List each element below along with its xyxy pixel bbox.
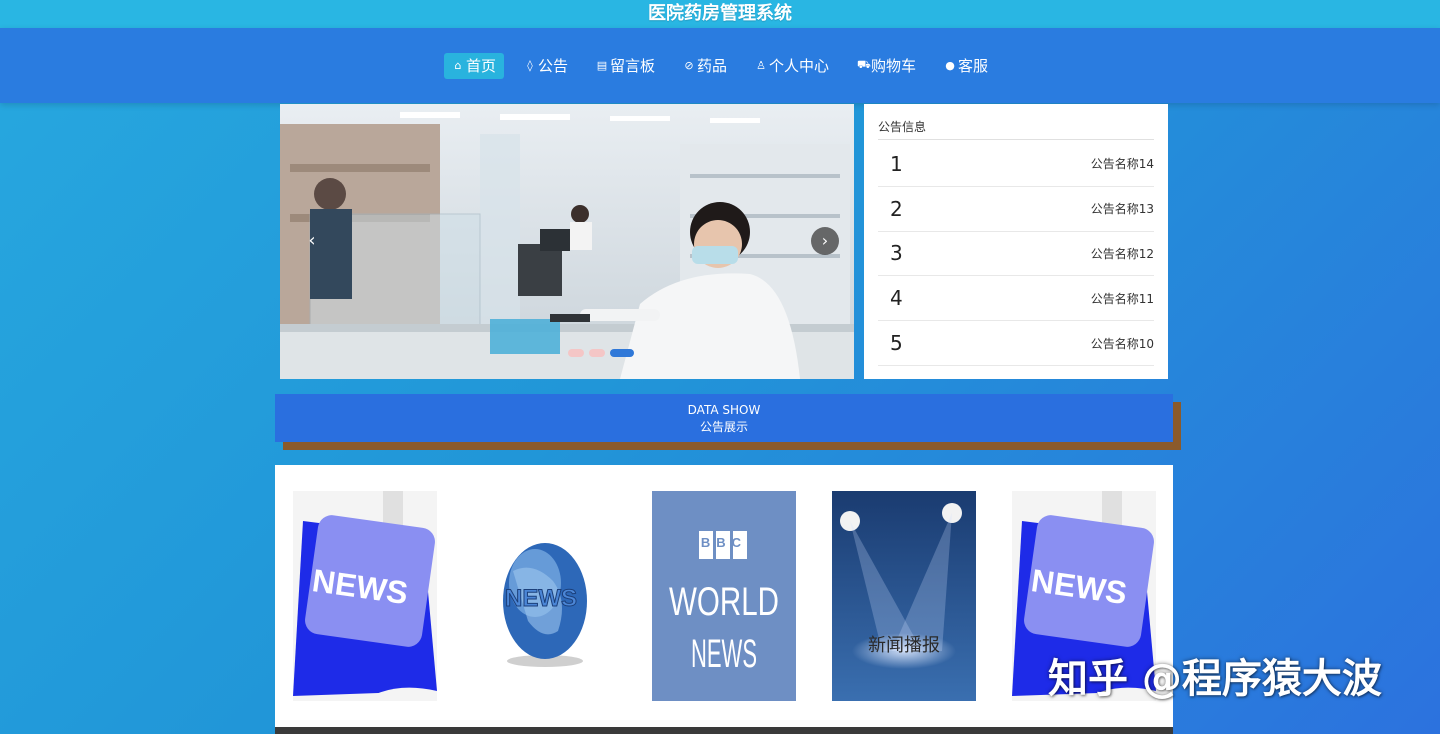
carousel-dot-active[interactable] xyxy=(610,349,634,357)
hero-carousel[interactable]: ‹ › xyxy=(280,104,854,379)
board-icon: ▤ xyxy=(596,59,608,72)
gallery-item[interactable]: 新闻播报 xyxy=(832,491,976,701)
news-text: NEWS xyxy=(505,585,577,612)
gallery-item[interactable]: NEWS xyxy=(293,491,437,701)
nav-item-profile[interactable]: ♙ 个人中心 xyxy=(747,53,837,79)
notice-item[interactable]: 3 公告名称12 xyxy=(878,232,1154,277)
carousel-slide-image xyxy=(280,104,854,379)
notice-gallery: NEWS NEWS BBC WORLD NEWS 新闻播报 NEWS xyxy=(275,465,1173,727)
news-text: NEWS xyxy=(691,632,757,676)
user-icon: ♙ xyxy=(756,59,766,72)
notice-panel-title: 公告信息 xyxy=(878,118,1154,140)
watermark: 知乎 @程序猿大波 xyxy=(1048,656,1382,702)
world-text: WORLD xyxy=(669,580,779,624)
notice-name[interactable]: 公告名称13 xyxy=(1091,200,1154,217)
notice-item[interactable]: 1 公告名称14 xyxy=(878,142,1154,187)
pill-icon: ⊘ xyxy=(684,59,694,72)
nav-item-message-board[interactable]: ▤ 留言板 xyxy=(588,53,663,79)
news-globe-image: NEWS xyxy=(473,491,617,701)
bbc-logo-text: BBC xyxy=(701,535,747,550)
carousel-prev-button[interactable]: ‹ xyxy=(300,229,324,253)
nav-item-label: 首页 xyxy=(465,57,496,75)
nav-item-label: 留言板 xyxy=(609,57,655,75)
nav-item-cart[interactable]: ⛟ 购物车 xyxy=(849,53,924,79)
notice-name[interactable]: 公告名称12 xyxy=(1091,245,1154,262)
carousel-dot[interactable] xyxy=(568,349,584,357)
section-header: DATA SHOW 公告展示 xyxy=(275,394,1173,442)
notice-item[interactable]: 5 公告名称10 xyxy=(878,321,1154,366)
section-title-cn: 公告展示 xyxy=(699,420,748,434)
nav-item-label: 购物车 xyxy=(871,57,917,75)
nav-item-medicine[interactable]: ⊘ 药品 xyxy=(675,53,735,79)
nav-item-support[interactable]: ● 客服 xyxy=(936,53,996,79)
home-icon: ⌂ xyxy=(454,59,462,72)
notice-number: 2 xyxy=(890,196,903,221)
notice-name[interactable]: 公告名称14 xyxy=(1091,155,1154,172)
nav-item-label: 药品 xyxy=(696,57,727,75)
carousel-dot[interactable] xyxy=(589,349,605,357)
bbc-world-news-image: BBC WORLD NEWS xyxy=(652,491,796,701)
nav-item-label: 公告 xyxy=(537,57,568,75)
notice-number: 4 xyxy=(890,286,903,311)
nav-item-home[interactable]: ⌂ 首页 xyxy=(443,52,504,79)
notice-number: 3 xyxy=(890,241,903,266)
nav-item-label: 个人中心 xyxy=(769,57,830,75)
section-title-en: DATA SHOW xyxy=(687,403,761,417)
main-nav: ⌂ 首页 ◊ 公告 ▤ 留言板 ⊘ 药品 ♙ 个人中心 ⛟ 购物车 ● 客服 xyxy=(0,28,1440,103)
gallery-item[interactable]: NEWS xyxy=(473,491,617,701)
carousel-indicators xyxy=(568,349,634,357)
gallery-item[interactable]: BBC WORLD NEWS xyxy=(652,491,796,701)
app-title: 医院药房管理系统 xyxy=(0,0,1440,28)
notice-name[interactable]: 公告名称11 xyxy=(1091,290,1154,307)
nav-item-label: 客服 xyxy=(958,57,989,75)
notice-item[interactable]: 2 公告名称13 xyxy=(878,187,1154,232)
spotlight-news-image: 新闻播报 xyxy=(832,491,976,701)
support-icon: ● xyxy=(945,59,955,72)
news-broadcast-text: 新闻播报 xyxy=(868,635,940,655)
next-row-strip xyxy=(275,727,1173,734)
cart-icon: ⛟ xyxy=(857,58,871,71)
news-key-image: NEWS xyxy=(293,491,437,701)
notice-panel: 公告信息 1 公告名称14 2 公告名称13 3 公告名称12 4 公告名称11… xyxy=(864,104,1168,379)
tag-icon: ◊ xyxy=(527,59,533,72)
notice-number: 1 xyxy=(890,151,903,176)
notice-name[interactable]: 公告名称10 xyxy=(1091,335,1154,352)
carousel-next-button[interactable]: › xyxy=(811,227,839,255)
notice-item[interactable]: 4 公告名称11 xyxy=(878,276,1154,322)
nav-item-announcements[interactable]: ◊ 公告 xyxy=(516,53,576,79)
notice-number: 5 xyxy=(890,331,903,356)
